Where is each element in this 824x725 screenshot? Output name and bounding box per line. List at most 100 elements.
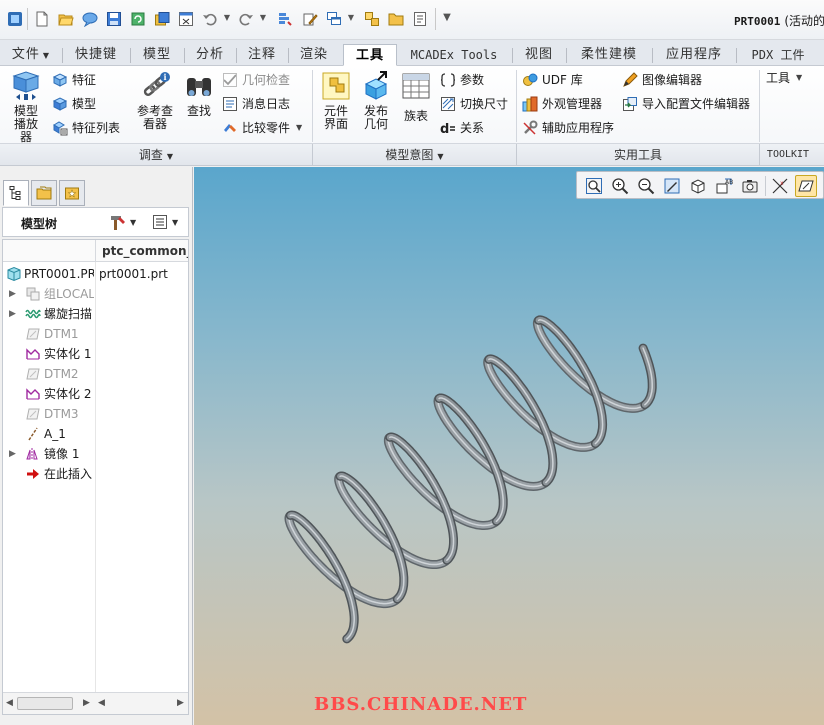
component-interface-button[interactable]: 元件界面 xyxy=(316,70,356,131)
compare-parts-button[interactable]: 比较零件 ▼ xyxy=(222,118,302,138)
spring-model[interactable] xyxy=(194,167,824,725)
tree-show-button[interactable]: ▼ xyxy=(151,213,178,231)
feature-list-button[interactable]: 特征列表 xyxy=(52,118,120,138)
geometry-check-button[interactable]: 几何检查 xyxy=(222,70,290,90)
tree-row-solidify-2[interactable]: 实体化 2 xyxy=(3,384,188,404)
app-icon[interactable] xyxy=(6,9,24,29)
new-icon[interactable] xyxy=(33,9,51,29)
tab-tools[interactable]: 工具 xyxy=(343,44,397,66)
customize-toolbar-icon[interactable]: ▼ xyxy=(443,13,451,23)
folder-icon[interactable] xyxy=(387,9,405,29)
expand-icon[interactable]: ▶ xyxy=(9,304,16,324)
tab-analysis[interactable]: 分析 xyxy=(186,44,234,66)
undo-dropdown-icon[interactable]: ▼ xyxy=(223,13,231,23)
tab-model[interactable]: 模型 xyxy=(132,44,182,66)
zoom-out-button[interactable] xyxy=(635,175,657,197)
open-session-icon[interactable] xyxy=(81,9,99,29)
expand-icon[interactable]: ▶ xyxy=(9,444,16,464)
scroll-left-icon[interactable]: ◀ xyxy=(6,698,13,708)
properties-icon[interactable] xyxy=(411,9,429,29)
scroll-right-icon[interactable]: ▶ xyxy=(83,698,90,708)
relations-button[interactable]: d 关系 xyxy=(440,118,484,138)
feature-info-icon xyxy=(52,72,68,88)
tree-row-dtm2[interactable]: DTM2 xyxy=(3,364,188,384)
tab-render[interactable]: 渲染 xyxy=(290,44,338,66)
edit-regenerate-icon[interactable] xyxy=(301,9,319,29)
expand-icon[interactable]: ▶ xyxy=(9,284,16,304)
save-copy-icon[interactable] xyxy=(153,9,171,29)
regenerate-model-icon[interactable] xyxy=(275,9,293,29)
tab-flexible-modeling[interactable]: 柔性建模 xyxy=(568,44,650,66)
view-manager-button[interactable]: AB xyxy=(713,175,735,197)
tab-annotate[interactable]: 注释 xyxy=(238,44,286,66)
open-icon[interactable] xyxy=(57,9,75,29)
tree-row-axis-a1[interactable]: A_1 xyxy=(3,424,188,444)
tab-mcadex-tools[interactable]: MCADEx Tools xyxy=(400,44,508,66)
tree-row-root[interactable]: PRT0001.PRT prt0001.prt xyxy=(3,264,188,284)
tree-row-dtm3[interactable]: DTM3 xyxy=(3,404,188,424)
switch-dimensions-button[interactable]: 切换尺寸 xyxy=(440,94,508,114)
tree-row-dtm1[interactable]: DTM1 xyxy=(3,324,188,344)
group-investigate-label[interactable]: 调查 ▼ xyxy=(0,147,312,163)
message-log-button[interactable]: 消息日志 xyxy=(222,94,290,114)
save-icon[interactable] xyxy=(105,9,123,29)
graphics-window[interactable]: AB x BBS.CHINADE.NET xyxy=(194,167,824,725)
model-player-button[interactable]: 模型播放器 xyxy=(4,70,48,144)
helical-sweep-icon xyxy=(25,306,41,322)
column-header-ptc-common-name[interactable]: ptc_common_ xyxy=(95,240,188,262)
datum-planes-toggle[interactable] xyxy=(795,175,817,197)
model-info-button[interactable]: 模型 xyxy=(52,94,96,114)
appearance-manager-button[interactable]: 外观管理器 xyxy=(522,94,602,114)
close-window-icon[interactable] xyxy=(177,9,195,29)
favorites-icon xyxy=(65,187,79,200)
windows-icon[interactable] xyxy=(325,9,343,29)
scrollbar-thumb[interactable] xyxy=(17,697,73,710)
udf-library-button[interactable]: UDF 库 xyxy=(522,70,583,90)
tab-pdx-tools[interactable]: PDX 工件 xyxy=(740,44,816,66)
tab-favorites[interactable] xyxy=(59,180,85,206)
tab-file[interactable]: 文件 ▼ xyxy=(4,44,58,66)
image-editor-button[interactable]: 图像编辑器 xyxy=(622,70,702,90)
parameters-button[interactable]: 参数 xyxy=(440,70,484,90)
tree-row-group-local[interactable]: ▶ 组LOCAL_ xyxy=(3,284,188,304)
tree-settings-button[interactable]: ▼ xyxy=(109,213,136,231)
scroll-right-icon[interactable]: ▶ xyxy=(177,698,184,708)
reference-viewer-button[interactable]: i 参考查看器 xyxy=(133,70,177,131)
family-table-button[interactable]: 族表 xyxy=(398,70,434,123)
repaint-button[interactable] xyxy=(661,175,683,197)
feature-info-button[interactable]: 特征 xyxy=(52,70,96,90)
auxiliary-applications-button[interactable]: 辅助应用程序 xyxy=(522,118,614,138)
tree-row-insert-here[interactable]: 在此插入 xyxy=(3,464,188,484)
display-style-button[interactable]: x xyxy=(769,175,791,197)
ribbon-panel: 模型播放器 特征 模型 特征列表 i 参考查看器 查找 几何检查 消息日志 比较… xyxy=(0,66,824,166)
tree-row-solidify-1[interactable]: 实体化 1 xyxy=(3,344,188,364)
saved-orientations-button[interactable] xyxy=(687,175,709,197)
group-icon xyxy=(25,286,41,302)
tab-applications[interactable]: 应用程序 xyxy=(654,44,734,66)
repaint-icon xyxy=(664,178,680,194)
select-filter-icon[interactable] xyxy=(363,9,381,29)
tree-row-mirror-1[interactable]: ▶ 镜像 1 xyxy=(3,444,188,464)
publish-geometry-button[interactable]: 发布几何 xyxy=(357,70,395,131)
find-button[interactable]: 查找 xyxy=(182,70,216,118)
group-model-intent-label[interactable]: 模型意图 ▼ xyxy=(313,147,516,163)
regenerate-icon[interactable] xyxy=(129,9,147,29)
redo-dropdown-icon[interactable]: ▼ xyxy=(259,13,267,23)
zoom-in-button[interactable] xyxy=(609,175,631,197)
scroll-left-icon[interactable]: ◀ xyxy=(98,698,105,708)
tree-row-helical-sweep[interactable]: ▶ 螺旋扫描 xyxy=(3,304,188,324)
tab-shortcuts[interactable]: 快捷键 xyxy=(64,44,128,66)
undo-icon[interactable] xyxy=(201,9,219,29)
import-config-editor-button[interactable]: 导入配置文件编辑器 xyxy=(622,94,750,114)
refit-button[interactable] xyxy=(583,175,605,197)
tab-model-tree[interactable] xyxy=(3,180,29,206)
perspective-view-button[interactable] xyxy=(739,175,761,197)
windows-dropdown-icon[interactable]: ▼ xyxy=(347,13,355,23)
tab-folder-browser[interactable] xyxy=(31,180,57,206)
tab-view[interactable]: 视图 xyxy=(514,44,564,66)
tools-menu-button[interactable]: 工具 ▼ xyxy=(766,68,802,88)
redo-icon[interactable] xyxy=(237,9,255,29)
model-player-label: 模型播放器 xyxy=(13,104,38,144)
insert-here-icon xyxy=(25,466,41,482)
tree-horizontal-scrollbar[interactable]: ◀ ▶ ◀ ▶ xyxy=(3,692,188,714)
